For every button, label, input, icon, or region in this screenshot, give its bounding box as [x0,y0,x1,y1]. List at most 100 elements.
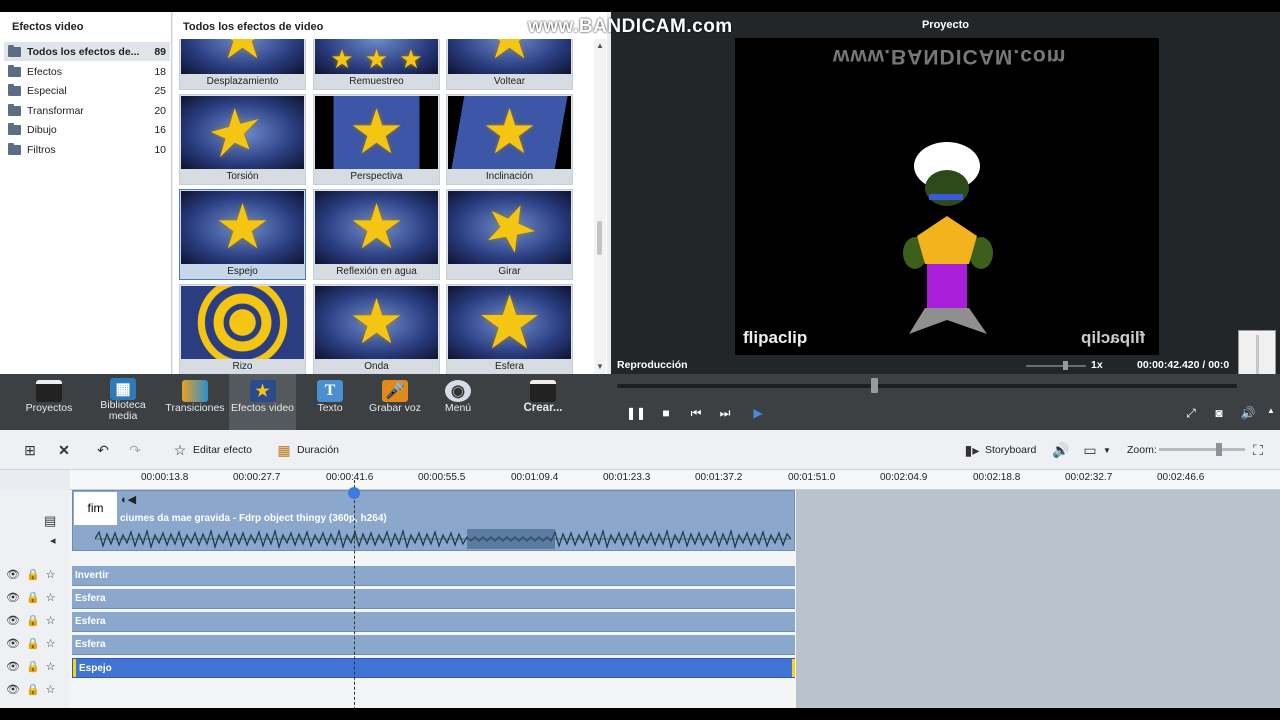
effect-category-panel: Efectos video Todos los efectos de... 89 … [0,12,172,374]
effect-girar[interactable]: ★ Girar [446,189,573,280]
lock-icon[interactable]: 🔒 [26,568,40,581]
effect-inclinacion[interactable]: ★ Inclinación [446,94,573,185]
effect-perspectiva[interactable]: ★ Perspectiva [313,94,440,185]
effect-esfera[interactable]: ★ Esfera [446,284,573,374]
speed-slider[interactable] [1026,365,1086,367]
toolbar-transiciones[interactable]: Transiciones [164,374,226,430]
zoom-slider[interactable] [1159,448,1245,451]
eye-icon[interactable]: 👁 [6,660,20,673]
effect-track-icon: ☆ [45,638,56,650]
effect-clip-esfera[interactable]: Esfera [72,635,795,655]
effects-scrollbar[interactable]: ▲ ▼ [594,39,606,374]
effect-espejo[interactable]: ★ Espejo [179,189,306,280]
toolbar-crear[interactable]: Crear... [514,374,572,430]
storyboard-label: Storyboard [985,444,1037,456]
lock-icon[interactable]: 🔒 [26,683,40,696]
effect-voltear[interactable]: ★ Voltear [446,39,573,90]
scroll-down-icon[interactable]: ▼ [596,362,604,371]
zoom-slider-knob[interactable] [1216,443,1222,456]
delete-button[interactable]: ✕ [56,430,77,470]
skip-back-icon[interactable]: ⏮ [688,406,704,421]
toolbar-biblioteca-media[interactable]: ▦ Biblioteca media [92,374,154,430]
effect-reflexion-agua[interactable]: ★ Reflexión en agua [313,189,440,280]
effect-clip-invertir[interactable]: Invertir [72,566,795,586]
effect-onda[interactable]: ★ Onda [313,284,440,374]
effect-clip-esfera[interactable]: Esfera [72,612,795,632]
eye-icon[interactable]: 👁 [6,683,20,696]
video-preview[interactable]: www.BANDICAM.com flipaclip flipaclip [735,38,1159,355]
effect-desplazamiento[interactable]: ★ Desplazamiento [179,39,306,90]
clip-title: ciumes da mae gravida - Fdrp object thin… [120,513,387,524]
lock-icon[interactable]: 🔒 [26,660,40,673]
speed-slider-knob[interactable] [1063,361,1068,370]
timeline-ruler[interactable]: 00:00:13.8 00:00:27.7 00:00:41.6 00:00:5… [70,470,1280,490]
effect-label: Girar [447,264,572,279]
camera-icon[interactable]: ◙ [1211,406,1227,420]
toolbar-menu[interactable]: ◉ Menú [434,374,482,430]
eye-icon[interactable]: 👁 [6,637,20,650]
storyboard-button[interactable]: ▮▸ Storyboard [964,430,1037,470]
playhead-handle[interactable] [348,487,360,499]
toolbar-efectos-video[interactable]: ★ Efectos video [229,374,296,430]
effect-remuestreo[interactable]: ★ ★ ★ Remuestreo [313,39,440,90]
skip-forward-icon[interactable]: ⏭ [717,406,733,421]
playhead-line [354,480,355,708]
audio-mixer-button[interactable]: 🔊 [1052,430,1073,470]
stop-icon[interactable]: ■ [658,406,674,420]
ruler-tick: 00:00:55.5 [418,472,466,483]
monitor-icon: ▭ [1083,442,1097,458]
scroll-up-icon[interactable]: ▲ [596,41,604,50]
ruler-tick: 00:00:41.6 [326,472,374,483]
toolbar-texto[interactable]: T Texto [304,374,356,430]
effect-clip-esfera[interactable]: Esfera [72,589,795,609]
effect-clip-espejo-selected[interactable]: Espejo [72,658,795,678]
fit-zoom-button[interactable]: ⛶ [1250,430,1271,470]
fullscreen-icon[interactable]: ⤢ [1183,406,1199,421]
effect-label: Espejo [180,264,305,279]
undo-button[interactable]: ↶ [95,430,116,470]
playback-speed: 1x [1091,359,1103,371]
effect-label: Reflexión en agua [314,264,439,279]
effect-preview-image: ★ ★ ★ [315,39,438,74]
star-icon: ★ [206,96,262,169]
pause-icon[interactable]: ❚❚ [626,406,646,420]
seek-bar[interactable] [617,384,1237,388]
scrollbar-thumb[interactable] [597,221,602,255]
effect-track-icon: ☆ [45,684,56,696]
star-icon: ★ [482,39,538,69]
edit-effect-button[interactable]: ☆ Editar efecto [172,430,252,470]
effect-torsion[interactable]: ★ Torsión [179,94,306,185]
eye-icon[interactable]: 👁 [6,568,20,581]
toolbar-proyectos[interactable]: Proyectos [20,374,78,430]
folder-icon [8,122,21,135]
microphone-icon: 🎤 [382,380,408,402]
toolbar-grabar-voz[interactable]: 🎤 Grabar voz [364,374,426,430]
track-controls: 👁 🔒 ☆ [6,637,56,650]
lock-icon[interactable]: 🔒 [26,614,40,627]
track-controls: 👁 🔒 ☆ [6,660,56,673]
view-options-button[interactable]: ▭ ▼ [1082,430,1111,470]
seek-knob[interactable] [871,378,878,393]
eye-icon[interactable]: 👁 [6,614,20,627]
category-filtros[interactable]: Filtros 10 [4,140,170,159]
category-transformar[interactable]: Transformar 20 [4,101,170,120]
lock-icon[interactable]: 🔒 [26,591,40,604]
track-controls: 👁 🔒 ☆ [6,614,56,627]
volume-icon[interactable]: 🔊 [1240,406,1256,420]
speaker-icon[interactable]: ◂ [50,534,56,547]
duration-button[interactable]: ▦ Duración [276,430,339,470]
video-clip[interactable]: fim ◐◀ ciumes da mae gravida - Fdrp obje… [72,490,795,551]
effect-rizo[interactable]: Rizo [179,284,306,374]
redo-button[interactable]: ↷ [127,430,148,470]
category-dibujo[interactable]: Dibujo 16 [4,120,170,139]
multi-select-button[interactable]: ⊞ [22,430,43,470]
loop-play-icon[interactable]: ▶ [750,406,766,420]
lock-icon[interactable]: 🔒 [26,637,40,650]
category-efectos[interactable]: Efectos 18 [4,62,170,81]
eye-icon[interactable]: 👁 [6,591,20,604]
scroll-up-icon[interactable]: ▲ [1263,406,1279,415]
timeline-tracks: ▤ ◂ fim ◐◀ ciumes da mae gravida - Fdrp … [0,490,1280,708]
category-all-effects[interactable]: Todos los efectos de... 89 [4,42,170,61]
category-especial[interactable]: Especial 25 [4,81,170,100]
video-editor-app: Efectos video Todos los efectos de... 89 … [0,12,1280,708]
